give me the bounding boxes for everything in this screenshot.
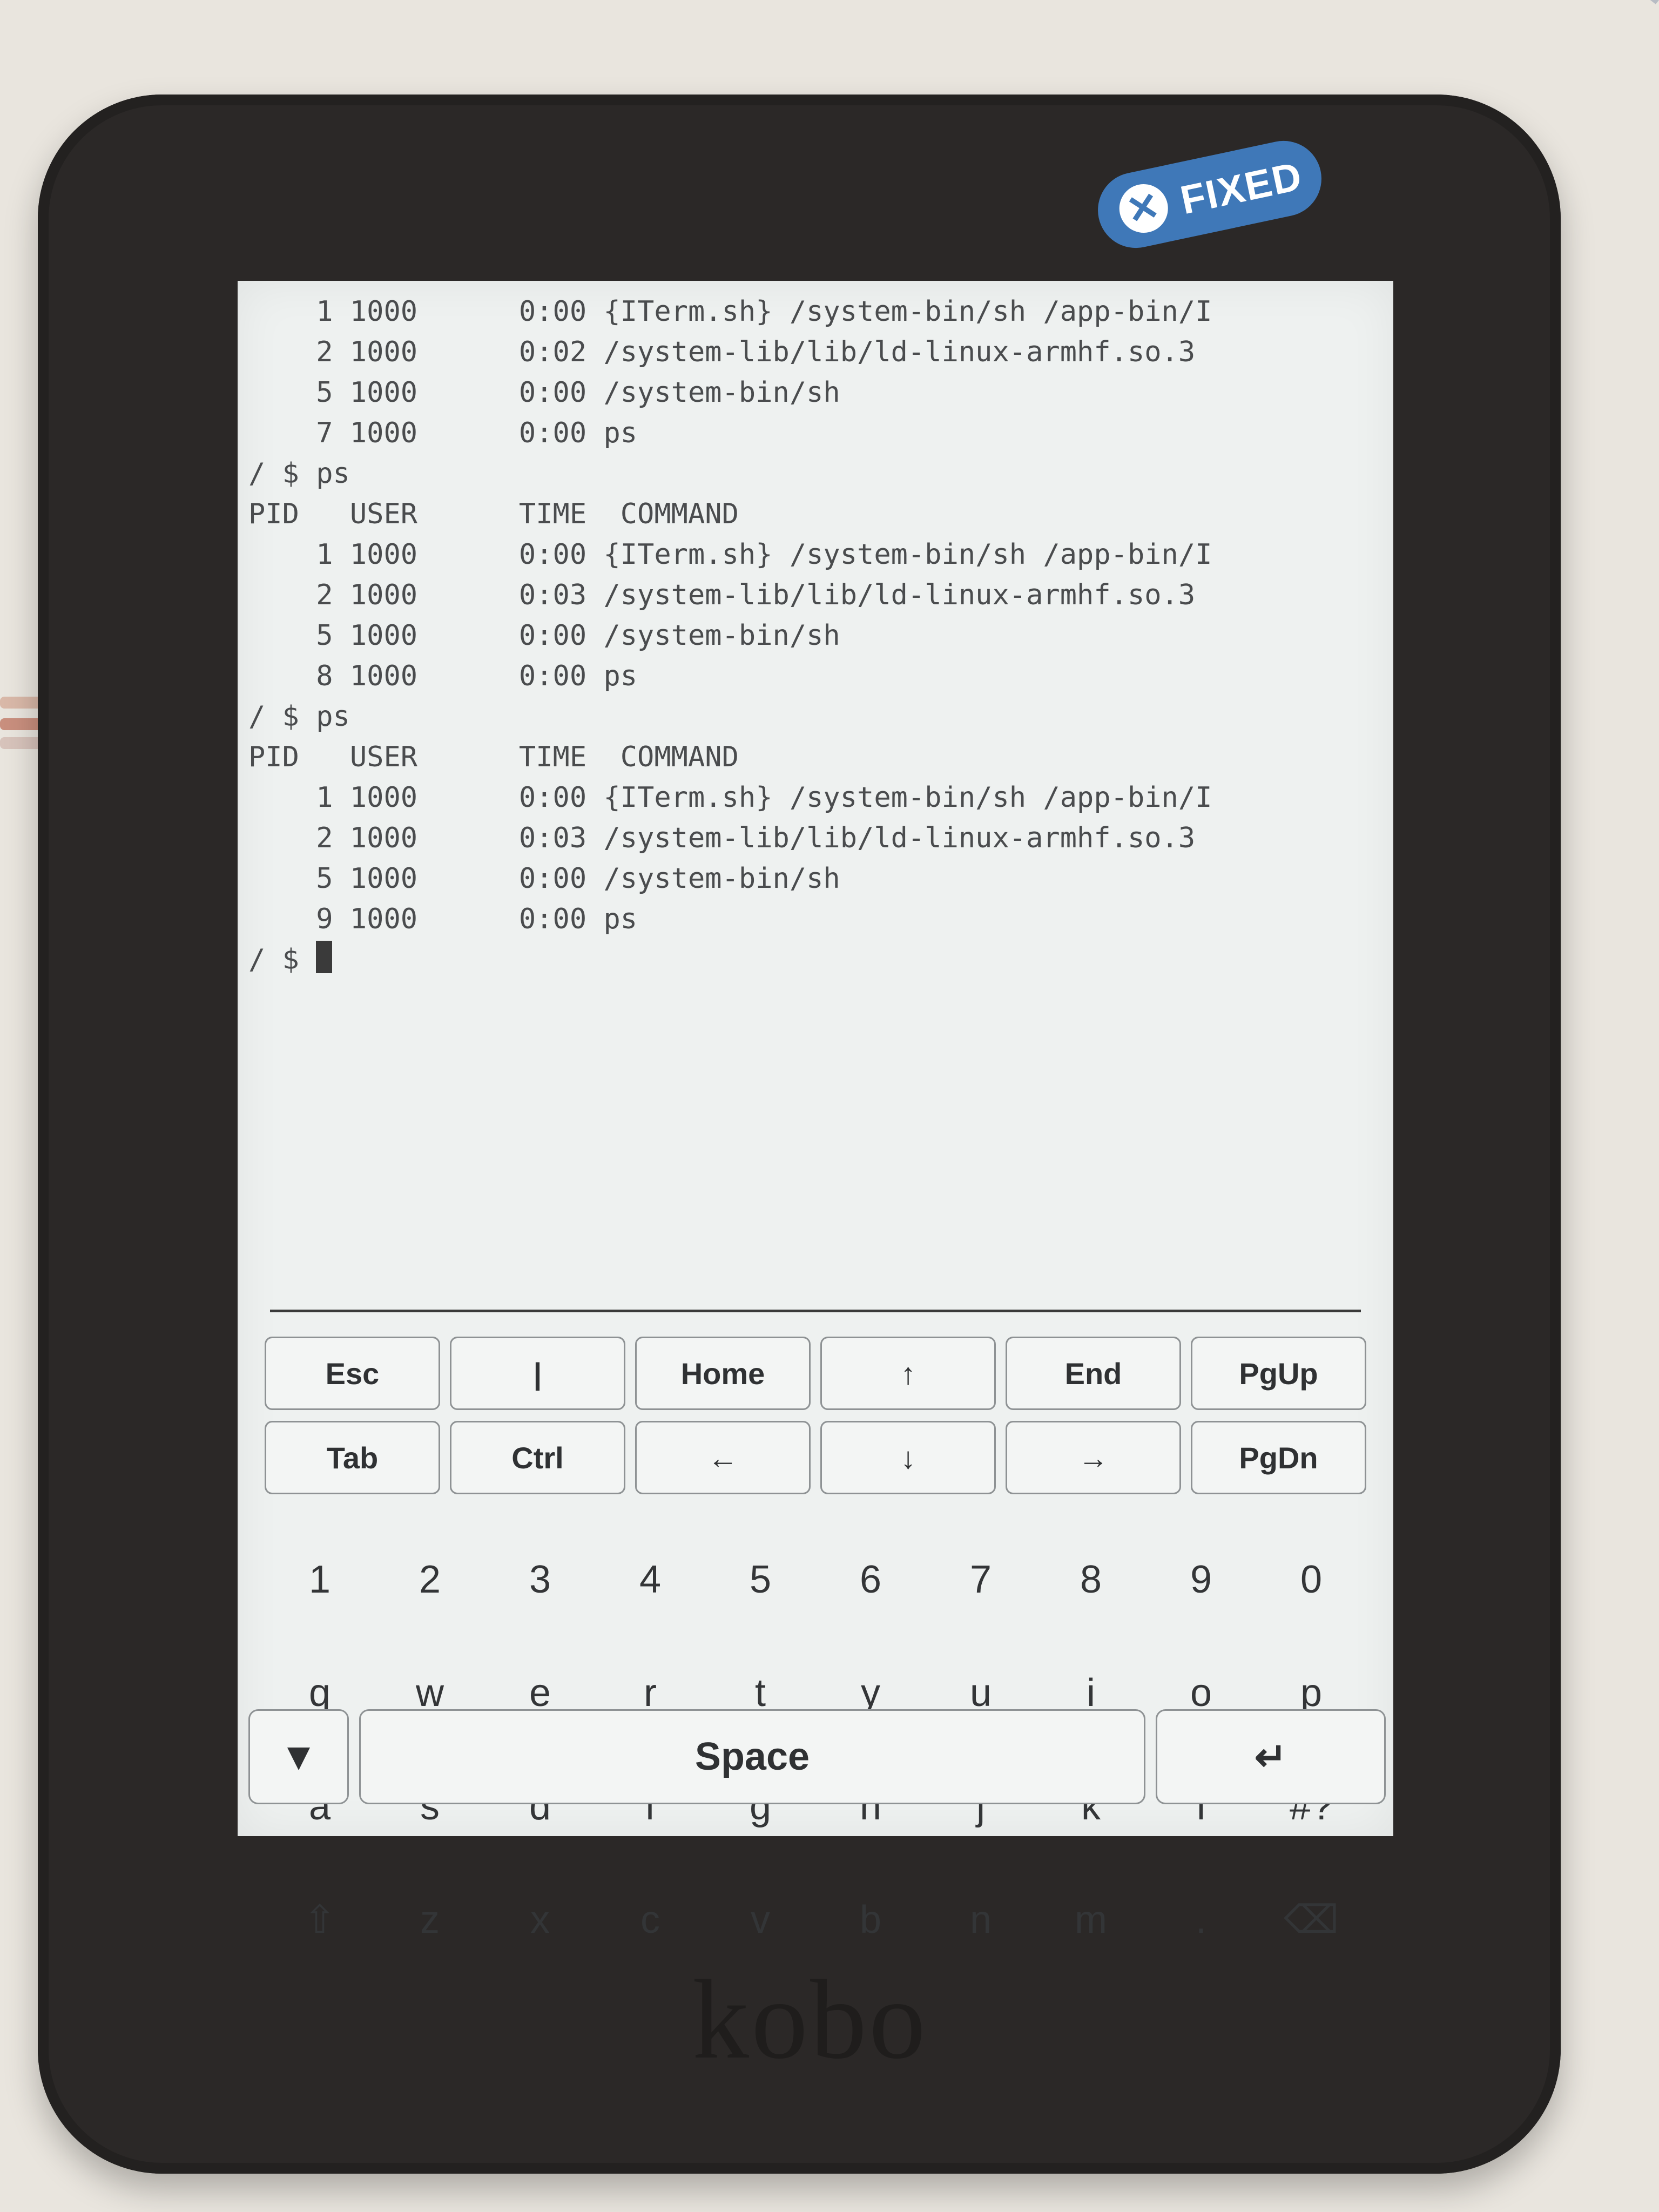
screen: 1 1000 0:00 {ITerm.sh} /system-bin/sh /a… <box>238 281 1393 1941</box>
tab-key[interactable]: Tab <box>265 1421 440 1494</box>
key-8[interactable]: 8 <box>1036 1531 1146 1628</box>
terminal-line: PID USER TIME COMMAND <box>248 498 739 530</box>
terminal-line: 8 1000 0:00 ps <box>248 660 638 692</box>
end-key[interactable]: End <box>1006 1337 1181 1410</box>
divider <box>270 1310 1361 1312</box>
enter-icon: ↵ <box>1254 1736 1287 1779</box>
hide-keyboard-button[interactable]: ▼ <box>248 1709 349 1804</box>
special-keys-row: Esc | Home ↑ End PgUp Tab Ctrl ← ↓ → PgDn <box>265 1337 1366 1494</box>
key-1[interactable]: 1 <box>265 1531 375 1628</box>
terminal-line: 5 1000 0:00 /system-bin/sh <box>248 862 840 895</box>
key-m[interactable]: m <box>1036 1871 1146 1968</box>
key-5[interactable]: 5 <box>705 1531 815 1628</box>
shift-key[interactable]: ⇧ <box>265 1871 375 1968</box>
right-arrow-key[interactable]: → <box>1006 1421 1181 1494</box>
up-arrow-key[interactable]: ↑ <box>820 1337 996 1410</box>
backspace-key[interactable]: ⌫ <box>1256 1871 1366 1968</box>
space-key[interactable]: Space <box>359 1709 1145 1804</box>
pgdn-key[interactable]: PgDn <box>1191 1421 1366 1494</box>
ctrl-key[interactable]: Ctrl <box>450 1421 625 1494</box>
terminal-line: / $ ps <box>248 700 350 733</box>
text-cursor <box>316 941 333 973</box>
key-c[interactable]: c <box>595 1871 705 1968</box>
esc-key[interactable]: Esc <box>265 1337 440 1410</box>
key-6[interactable]: 6 <box>815 1531 926 1628</box>
key-n[interactable]: n <box>926 1871 1036 1968</box>
key-0[interactable]: 0 <box>1256 1531 1366 1628</box>
terminal-prompt-line: / $ <box>248 940 1382 980</box>
terminal-line: 5 1000 0:00 /system-bin/sh <box>248 376 840 409</box>
down-arrow-key[interactable]: ↓ <box>820 1421 996 1494</box>
keyboard-bottom-row: ▼ Space ↵ <box>248 1709 1386 1806</box>
pipe-key[interactable]: | <box>450 1337 625 1410</box>
wire <box>1553 0 1659 4</box>
terminal-line: 2 1000 0:03 /system-lib/lib/ld-linux-arm… <box>248 822 1196 854</box>
key-3[interactable]: 3 <box>485 1531 595 1628</box>
key-4[interactable]: 4 <box>595 1531 705 1628</box>
triangle-down-icon: ▼ <box>279 1735 318 1778</box>
sticker-label: FIXED <box>1176 153 1306 222</box>
terminal-line: 7 1000 0:00 ps <box>248 417 638 449</box>
terminal-line: 2 1000 0:02 /system-lib/lib/ld-linux-arm… <box>248 336 1196 368</box>
terminal-line: 1 1000 0:00 {ITerm.sh} /system-bin/sh /a… <box>248 781 1212 814</box>
keyboard-row: 1234567890 <box>265 1523 1366 1636</box>
keyboard-row: ⇧ z x c v b n m. ⌫ <box>265 1863 1366 1977</box>
terminal-line: 1 1000 0:00 {ITerm.sh} /system-bin/sh /a… <box>248 538 1212 571</box>
terminal-line: 2 1000 0:03 /system-lib/lib/ld-linux-arm… <box>248 579 1196 611</box>
key-v[interactable]: v <box>705 1871 815 1968</box>
x-circle-icon: ✕ <box>1115 179 1173 238</box>
terminal-line: 5 1000 0:00 /system-bin/sh <box>248 619 840 652</box>
enter-key[interactable]: ↵ <box>1156 1709 1386 1804</box>
terminal-output[interactable]: 1 1000 0:00 {ITerm.sh} /system-bin/sh /a… <box>248 292 1382 1301</box>
pgup-key[interactable]: PgUp <box>1191 1337 1366 1410</box>
home-key[interactable]: Home <box>635 1337 811 1410</box>
key-x[interactable]: x <box>485 1871 595 1968</box>
period-key[interactable]: . <box>1146 1871 1256 1968</box>
terminal-line: / $ ps <box>248 457 350 490</box>
terminal-line: 1 1000 0:00 {ITerm.sh} /system-bin/sh /a… <box>248 295 1212 328</box>
terminal-line: PID USER TIME COMMAND <box>248 741 739 773</box>
key-7[interactable]: 7 <box>926 1531 1036 1628</box>
key-9[interactable]: 9 <box>1146 1531 1256 1628</box>
key-2[interactable]: 2 <box>375 1531 485 1628</box>
terminal-line: 9 1000 0:00 ps <box>248 903 638 935</box>
terminal-prompt: / $ <box>248 943 316 976</box>
key-b[interactable]: b <box>815 1871 926 1968</box>
left-arrow-key[interactable]: ← <box>635 1421 811 1494</box>
key-z[interactable]: z <box>375 1871 485 1968</box>
